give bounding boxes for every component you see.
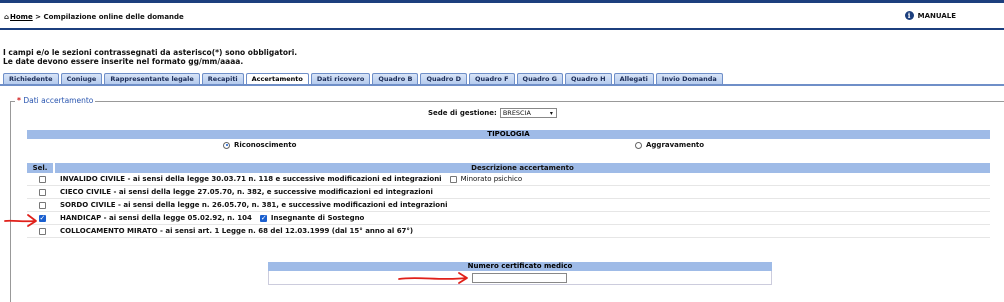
tab-divider — [0, 84, 1004, 86]
row-select-cell — [27, 175, 57, 183]
row-description: CIECO CIVILE - ai sensi della legge 27.0… — [60, 188, 433, 196]
note-required: I campi e/o le sezioni contrassegnati da… — [3, 48, 298, 57]
table-row: SORDO CIVILE - ai sensi della legge n. 2… — [27, 199, 990, 212]
annotation-arrow-checkbox — [4, 214, 37, 227]
sede-label: Sede di gestione: — [428, 109, 497, 117]
row-select-cell — [27, 201, 57, 209]
table-row: CIECO CIVILE - ai sensi della legge 27.0… — [27, 186, 990, 199]
tab-rappresentante-legale[interactable]: Rappresentante legale — [104, 73, 200, 84]
certificato-header: Numero certificato medico — [268, 262, 772, 271]
sub-option-label: Insegnante di Sostegno — [270, 214, 365, 222]
accertamento-table: Sel. Descrizione accertamento INVALIDO C… — [27, 163, 990, 238]
radio-label-aggravamento: Aggravamento — [646, 141, 705, 149]
col-desc: Descrizione accertamento — [55, 163, 990, 173]
tab-accertamento[interactable]: Accertamento — [245, 73, 309, 84]
breadcrumb-current: Compilazione online delle domande — [43, 13, 184, 21]
header-bar: ⌂Home > Compilazione online delle domand… — [0, 6, 1004, 28]
radio-riconoscimento[interactable]: Riconoscimento — [223, 141, 296, 149]
sub-option-checkbox[interactable] — [449, 175, 457, 183]
breadcrumb-separator: > — [35, 13, 42, 21]
sede-value: BRESCIA — [502, 109, 531, 117]
page: ⌂Home > Compilazione online delle domand… — [0, 0, 1004, 302]
sede-gestione: Sede di gestione: BRESCIA ▾ — [428, 108, 557, 118]
required-star: * — [17, 96, 21, 105]
row-sub-option[interactable]: Minorato psichico — [449, 175, 523, 183]
row-checkbox[interactable] — [38, 175, 46, 183]
certificato-input[interactable] — [472, 273, 567, 283]
manual-link[interactable]: i MANUALE — [904, 11, 956, 20]
table-body: INVALIDO CIVILE - ai sensi della legge 3… — [27, 173, 990, 238]
header-divider — [0, 28, 1004, 30]
row-checkbox[interactable] — [38, 214, 46, 222]
top-border — [0, 0, 1004, 3]
sub-option-label: Minorato psichico — [460, 175, 523, 183]
sede-select[interactable]: BRESCIA ▾ — [499, 108, 557, 118]
row-description-cell: INVALIDO CIVILE - ai sensi della legge 3… — [57, 175, 990, 183]
row-checkbox[interactable] — [38, 227, 46, 235]
tab-dati-ricovero[interactable]: Dati ricovero — [310, 73, 371, 84]
row-checkbox[interactable] — [38, 188, 46, 196]
row-description: SORDO CIVILE - ai sensi della legge n. 2… — [60, 201, 448, 209]
breadcrumb: ⌂Home > Compilazione online delle domand… — [4, 13, 184, 21]
tipologia-header: TIPOLOGIA — [27, 130, 990, 139]
row-description: INVALIDO CIVILE - ai sensi della legge 3… — [60, 175, 442, 183]
tab-quadro-f[interactable]: Quadro F — [468, 73, 515, 84]
breadcrumb-home-link[interactable]: Home — [10, 13, 33, 21]
manual-label: MANUALE — [917, 11, 956, 20]
table-header: Sel. Descrizione accertamento — [27, 163, 990, 173]
radio-aggravamento[interactable]: Aggravamento — [635, 141, 704, 149]
tab-allegati[interactable]: Allegati — [613, 73, 654, 84]
tab-richiedente[interactable]: Richiedente — [3, 73, 59, 84]
tab-bar: Richiedente Coniuge Rappresentante legale R… — [3, 73, 723, 84]
row-select-cell — [27, 188, 57, 196]
info-icon: i — [904, 11, 914, 20]
row-description-cell: COLLOCAMENTO MIRATO - ai sensi art. 1 Le… — [57, 227, 990, 235]
row-select-cell — [27, 227, 57, 235]
tab-quadro-d[interactable]: Quadro D — [420, 73, 467, 84]
home-icon: ⌂ — [4, 13, 10, 21]
row-checkbox[interactable] — [38, 201, 46, 209]
col-sel: Sel. — [27, 163, 55, 173]
tab-invio-domanda[interactable]: Invio Domanda — [655, 73, 723, 84]
tab-recapiti[interactable]: Recapiti — [201, 73, 244, 84]
tab-quadro-g[interactable]: Quadro G — [516, 73, 564, 84]
radio-button-riconoscimento[interactable] — [223, 141, 230, 149]
tab-quadro-h[interactable]: Quadro H — [565, 73, 612, 84]
note-dates: Le date devono essere inserite nel forma… — [3, 57, 244, 66]
form-notes: I campi e/o le sezioni contrassegnati da… — [3, 48, 297, 66]
section-title: * Dati accertamento — [15, 96, 96, 105]
tab-coniuge[interactable]: Coniuge — [60, 73, 103, 84]
radio-button-aggravamento[interactable] — [635, 141, 642, 149]
annotation-arrow-certificato — [398, 272, 468, 284]
sub-option-checkbox[interactable] — [259, 214, 267, 222]
table-row: INVALIDO CIVILE - ai sensi della legge 3… — [27, 173, 990, 186]
row-description-cell: HANDICAP - ai sensi della legge 05.02.92… — [57, 214, 990, 223]
row-description: HANDICAP - ai sensi della legge 05.02.92… — [60, 214, 252, 222]
tab-quadro-b[interactable]: Quadro B — [372, 73, 419, 84]
row-description-cell: CIECO CIVILE - ai sensi della legge 27.0… — [57, 188, 990, 196]
chevron-down-icon: ▾ — [549, 110, 553, 117]
row-description-cell: SORDO CIVILE - ai sensi della legge n. 2… — [57, 201, 990, 209]
section-title-text: Dati accertamento — [23, 96, 94, 105]
table-row: COLLOCAMENTO MIRATO - ai sensi art. 1 Le… — [27, 225, 990, 238]
radio-label-riconoscimento: Riconoscimento — [234, 141, 297, 149]
table-row: HANDICAP - ai sensi della legge 05.02.92… — [27, 212, 990, 225]
row-description: COLLOCAMENTO MIRATO - ai sensi art. 1 Le… — [60, 227, 414, 235]
row-sub-option[interactable]: Insegnante di Sostegno — [259, 214, 365, 222]
